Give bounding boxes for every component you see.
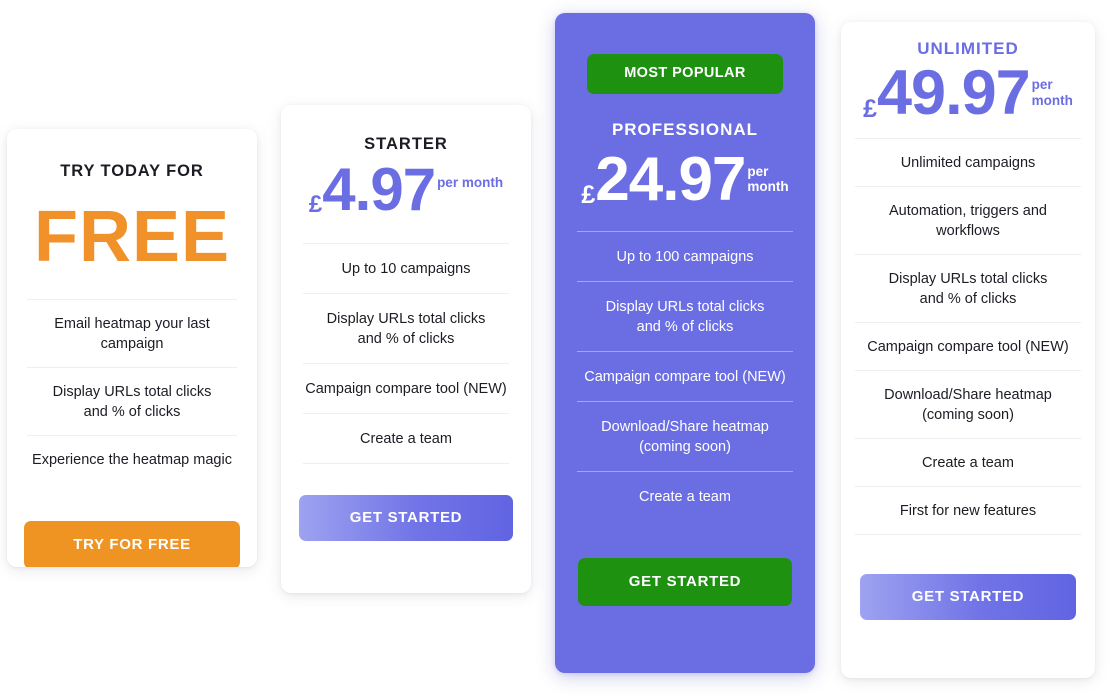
- price-amount: 4.97: [322, 155, 436, 223]
- pricing-card-unlimited-header: UNLIMITED £ 49.97 per month: [841, 22, 1095, 128]
- plan-name-professional: PROFESSIONAL: [611, 119, 759, 139]
- feature-item: Campaign compare tool (NEW): [577, 351, 793, 401]
- price-starter: £ 4.97 per month: [308, 155, 504, 223]
- price-period: per month: [437, 174, 504, 190]
- feature-list-end-rule: [855, 534, 1081, 536]
- most-popular-badge: MOST POPULAR: [587, 54, 783, 94]
- price-period: per month: [747, 164, 788, 195]
- pricing-plans-section: TRY TODAY FOR FREE Email heatmap your la…: [0, 0, 1108, 696]
- price-currency: £: [581, 180, 596, 209]
- feature-item: Experience the heatmap magic: [27, 434, 237, 483]
- price-professional: £ 24.97 per month: [581, 144, 788, 214]
- feature-list-professional: Up to 100 campaigns Display URLs total c…: [555, 231, 815, 521]
- plan-name-starter: STARTER: [364, 135, 448, 153]
- feature-item: Create a team: [303, 413, 509, 463]
- feature-item: Email heatmap your last campaign: [27, 298, 237, 367]
- feature-item: Automation, triggers and workflows: [855, 186, 1081, 254]
- pricing-card-professional: MOST POPULAR PROFESSIONAL £ 24.97 per mon…: [555, 13, 815, 673]
- price-period-line2: month: [1031, 92, 1073, 108]
- price-amount: 24.97: [595, 144, 746, 214]
- feature-item: Create a team: [577, 471, 793, 521]
- price-period-line1: per: [1031, 77, 1053, 92]
- price-amount: 49.97: [877, 58, 1031, 128]
- get-started-button-starter[interactable]: GET STARTED: [299, 495, 513, 542]
- pricing-card-free: TRY TODAY FOR FREE Email heatmap your la…: [7, 129, 257, 567]
- price-currency: £: [863, 95, 877, 123]
- price-period-line1: per: [747, 163, 769, 179]
- get-started-button-professional[interactable]: GET STARTED: [578, 558, 792, 607]
- price-period-line2: month: [747, 179, 789, 195]
- feature-list-unlimited: Unlimited campaigns Automation, triggers…: [841, 138, 1095, 536]
- feature-item: Create a team: [855, 438, 1081, 486]
- plan-headline-free: FREE: [33, 196, 231, 277]
- feature-list-free: Email heatmap your last campaign Display…: [7, 298, 257, 483]
- plan-name-unlimited: UNLIMITED: [917, 39, 1019, 58]
- feature-item: Unlimited campaigns: [855, 138, 1081, 186]
- feature-item: Display URLs total clicks and % of clicks: [303, 293, 509, 363]
- feature-item: Display URLs total clicks and % of clicks: [27, 366, 237, 435]
- plan-eyebrow-free: TRY TODAY FOR: [60, 162, 204, 180]
- pricing-card-professional-header: MOST POPULAR PROFESSIONAL £ 24.97 per mon…: [555, 13, 815, 214]
- price-currency: £: [308, 190, 323, 218]
- price-unlimited: £ 49.97 per month: [863, 58, 1073, 128]
- feature-item: Up to 10 campaigns: [303, 243, 509, 293]
- feature-list-end-rule: [303, 463, 509, 465]
- feature-item: Campaign compare tool (NEW): [303, 363, 509, 413]
- feature-item: Download/Share heatmap (coming soon): [577, 401, 793, 471]
- feature-item: Display URLs total clicks and % of clicks: [577, 281, 793, 351]
- feature-item: Download/Share heatmap (coming soon): [855, 370, 1081, 438]
- feature-list-starter: Up to 10 campaigns Display URLs total cl…: [281, 243, 531, 465]
- pricing-card-unlimited: UNLIMITED £ 49.97 per month Unlimited cam…: [841, 22, 1095, 678]
- pricing-card-starter: STARTER £ 4.97 per month Up to 10 campai…: [281, 105, 531, 593]
- feature-item: Campaign compare tool (NEW): [855, 322, 1081, 370]
- pricing-card-free-header: TRY TODAY FOR FREE: [7, 129, 257, 273]
- feature-item: Up to 100 campaigns: [577, 231, 793, 281]
- try-for-free-button[interactable]: TRY FOR FREE: [24, 520, 240, 567]
- feature-item: Display URLs total clicks and % of clicks: [855, 254, 1081, 322]
- get-started-button-unlimited[interactable]: GET STARTED: [860, 574, 1076, 621]
- price-period: per month: [1032, 77, 1073, 108]
- pricing-card-starter-header: STARTER £ 4.97 per month: [281, 105, 531, 223]
- feature-item: First for new features: [855, 486, 1081, 534]
